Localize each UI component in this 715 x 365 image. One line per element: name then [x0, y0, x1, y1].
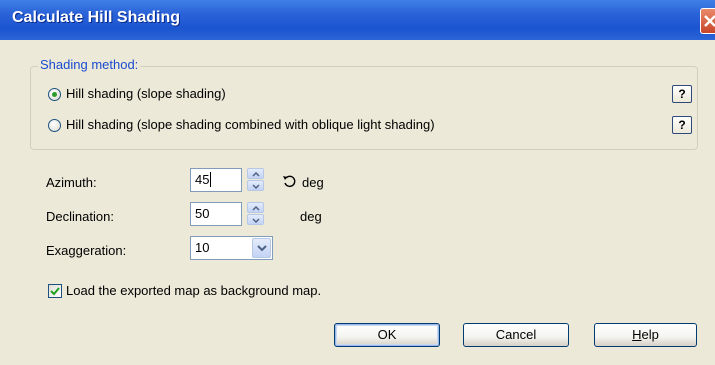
declination-label: Declination:	[46, 209, 114, 224]
declination-spin-up[interactable]	[247, 202, 264, 213]
hill-shading-dialog: Calculate Hill Shading Shading method: H…	[0, 0, 715, 365]
help-button-label: elp	[641, 327, 659, 342]
title-bar[interactable]: Calculate Hill Shading	[0, 0, 715, 40]
radio-slope-shading-label[interactable]: Hill shading (slope shading)	[66, 86, 226, 101]
text-caret	[210, 172, 212, 187]
ok-button[interactable]: OK	[334, 323, 440, 347]
radio-slope-shading[interactable]	[48, 88, 61, 101]
azimuth-spin-up[interactable]	[247, 168, 264, 179]
exaggeration-label: Exaggeration:	[46, 243, 127, 258]
close-button[interactable]	[700, 8, 715, 34]
help-button-mnemonic: H	[632, 327, 642, 342]
radio-oblique-shading-label[interactable]: Hill shading (slope shading combined wit…	[66, 117, 435, 132]
exaggeration-value: 10	[195, 240, 210, 255]
azimuth-input[interactable]: 45	[190, 168, 242, 192]
radio-selected-dot	[52, 92, 57, 97]
load-background-label[interactable]: Load the exported map as background map.	[66, 283, 321, 298]
chevron-down-icon	[252, 218, 260, 223]
chevron-up-icon	[252, 206, 260, 211]
declination-unit: deg	[300, 209, 322, 224]
azimuth-unit: deg	[302, 175, 324, 190]
chevron-up-icon	[252, 172, 260, 177]
load-background-checkbox[interactable]	[48, 284, 62, 298]
exaggeration-dropdown-button[interactable]	[252, 238, 271, 258]
shading-method-group	[30, 66, 698, 150]
window-title: Calculate Hill Shading	[12, 9, 181, 26]
declination-spin-down[interactable]	[247, 214, 264, 225]
help-oblique-shading-button[interactable]: ?	[672, 116, 692, 134]
shading-method-label: Shading method:	[38, 57, 141, 72]
azimuth-label: Azimuth:	[46, 175, 97, 190]
declination-value: 50	[195, 206, 210, 221]
help-slope-shading-button[interactable]: ?	[672, 85, 692, 103]
close-icon	[704, 15, 715, 27]
cancel-button[interactable]: Cancel	[463, 323, 569, 347]
azimuth-value: 45	[195, 172, 210, 187]
help-button[interactable]: Help	[594, 323, 697, 347]
radio-oblique-shading[interactable]	[48, 119, 61, 132]
azimuth-spinner	[247, 168, 264, 192]
chevron-down-icon	[252, 184, 260, 189]
rotate-ccw-icon	[283, 175, 296, 188]
azimuth-spin-down[interactable]	[247, 180, 264, 191]
declination-spinner	[247, 202, 264, 226]
checkmark-icon	[50, 287, 60, 296]
chevron-down-icon	[257, 245, 267, 252]
declination-input[interactable]: 50	[190, 202, 242, 226]
